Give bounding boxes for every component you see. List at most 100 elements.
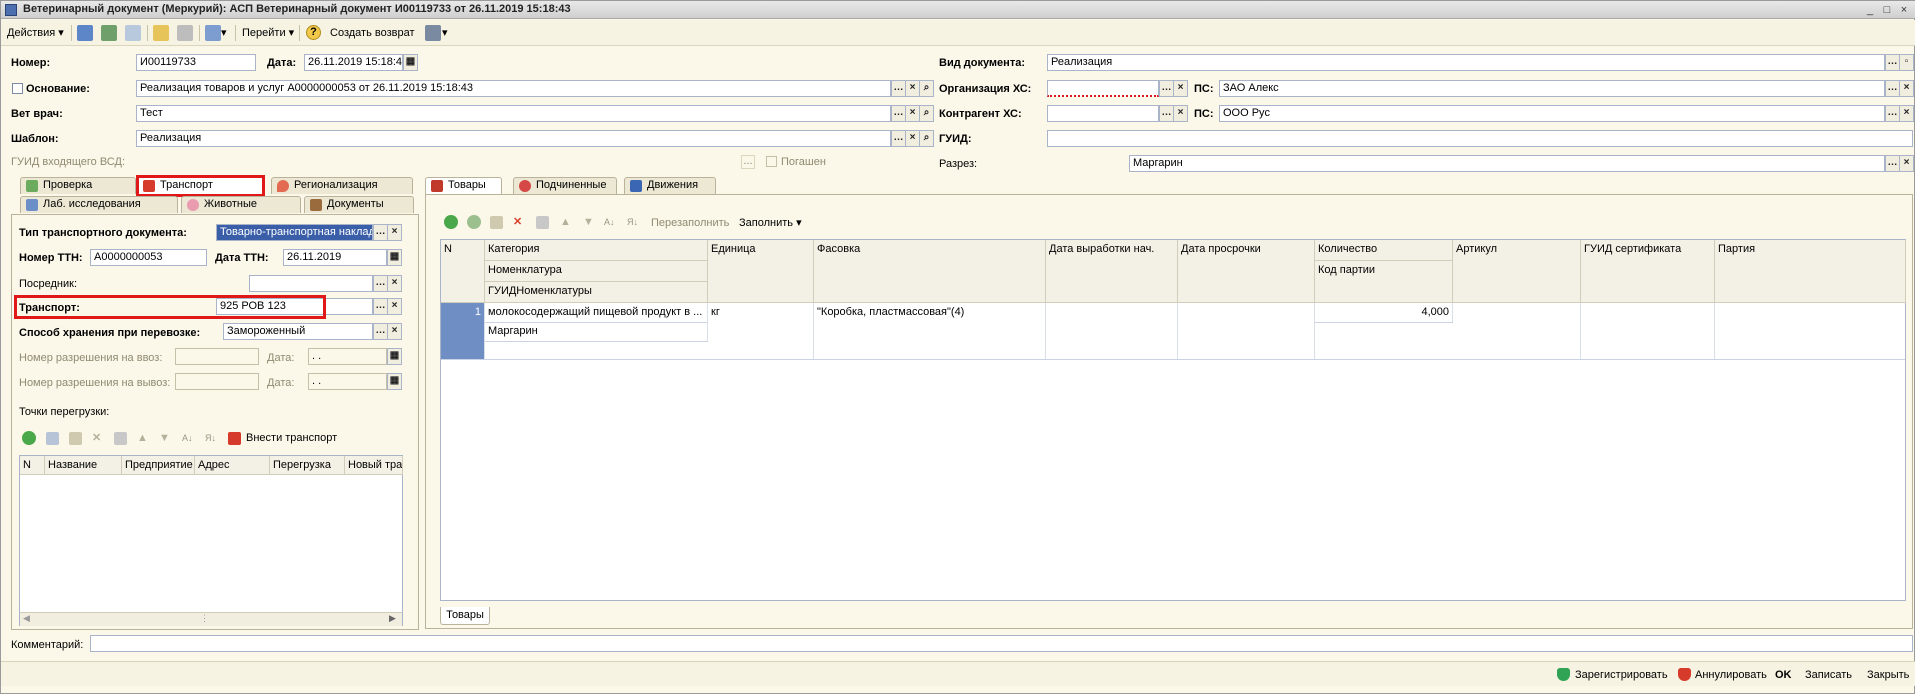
calendar-icon[interactable]: ▦	[387, 249, 402, 266]
template-field[interactable]: Реализация	[136, 130, 891, 147]
select-button[interactable]: …	[1159, 105, 1174, 122]
header-packing[interactable]: Фасовка	[814, 240, 1046, 303]
header-batch[interactable]: Партия	[1715, 240, 1906, 303]
cell-unit[interactable]: кг	[708, 303, 814, 360]
cell-cert-guid[interactable]	[1581, 303, 1715, 360]
select-button[interactable]: …	[891, 130, 906, 147]
move-down-icon[interactable]: ▼	[583, 215, 594, 229]
chevron-down-icon[interactable]: ▾	[442, 25, 448, 41]
move-up-icon[interactable]: ▲	[137, 431, 148, 445]
move-down-icon[interactable]: ▼	[159, 431, 170, 445]
goods-grid[interactable]: N Категория Номенклатура ГУИДНоменклатур…	[440, 239, 1906, 601]
select-button[interactable]: …	[891, 80, 906, 97]
sort-desc-icon[interactable]: Я↓	[205, 431, 216, 445]
grid-header-new-transport[interactable]: Новый тра	[345, 456, 403, 475]
ps-field[interactable]: ЗАО Алекс	[1219, 80, 1885, 97]
cancel-document-button[interactable]: Аннулировать	[1695, 668, 1767, 682]
grid-header-n[interactable]: N	[20, 456, 45, 475]
header-quantity[interactable]: Количество	[1315, 240, 1453, 261]
comment-field[interactable]	[90, 635, 1913, 652]
close-window-button[interactable]: ×	[1896, 3, 1912, 17]
copy-row-icon[interactable]	[46, 432, 59, 445]
cell-expiry-date[interactable]	[1178, 303, 1315, 360]
edit-icon[interactable]	[490, 216, 503, 229]
transport-doc-type-field[interactable]: Товарно-транспортная наклад	[216, 224, 373, 241]
delete-icon[interactable]: ✕	[92, 431, 101, 445]
tab-documents[interactable]: Документы	[304, 196, 414, 213]
cell-packing[interactable]: "Коробка, пластмассовая"(4)	[814, 303, 1046, 360]
intermediary-field[interactable]	[249, 275, 373, 292]
add-icon[interactable]	[444, 215, 458, 229]
section-field[interactable]: Маргарин	[1129, 155, 1885, 172]
import-permit-field[interactable]	[175, 348, 259, 365]
clear-icon[interactable]: ×	[905, 130, 920, 147]
close-button[interactable]: Закрыть	[1867, 668, 1909, 682]
select-button[interactable]: …	[1159, 80, 1174, 97]
counterparty-field[interactable]	[1047, 105, 1159, 122]
header-batch-code[interactable]: Код партии	[1315, 261, 1453, 303]
calendar-icon[interactable]: ▦	[387, 373, 402, 390]
clear-icon[interactable]: ×	[1173, 105, 1188, 122]
clear-icon[interactable]: ×	[387, 323, 402, 340]
print-preview-icon[interactable]	[177, 25, 193, 41]
select-button[interactable]: …	[1885, 80, 1900, 97]
scroll-left-icon[interactable]: ◀	[23, 613, 30, 624]
add-copy-icon[interactable]	[467, 215, 481, 229]
select-button[interactable]: …	[1885, 54, 1900, 71]
refresh-icon[interactable]	[101, 25, 117, 41]
tab-movements[interactable]: Движения	[624, 177, 716, 194]
header-unit[interactable]: Единица	[708, 240, 814, 303]
fill-menu[interactable]: Заполнить ▾	[739, 216, 802, 230]
guid-incoming-select[interactable]: ...	[741, 155, 755, 169]
export-permit-field[interactable]	[175, 373, 259, 390]
tab-regionalization[interactable]: Регионализация	[271, 177, 413, 194]
refill-button[interactable]: Перезаполнить	[651, 216, 729, 230]
horizontal-scrollbar[interactable]: ◀ ⋮ ▶	[20, 612, 402, 626]
select-button[interactable]: …	[373, 323, 388, 340]
storage-field[interactable]: Замороженный	[223, 323, 373, 340]
search-icon[interactable]: ⌕	[919, 80, 934, 97]
ps-field[interactable]: ООО Рус	[1219, 105, 1885, 122]
clear-icon[interactable]: ×	[387, 298, 402, 315]
select-button[interactable]: …	[373, 298, 388, 315]
guid-field[interactable]	[1047, 130, 1913, 147]
add-icon[interactable]	[22, 431, 36, 445]
header-production-date[interactable]: Дата выработки нач.	[1046, 240, 1178, 303]
bottom-tab-goods[interactable]: Товары	[440, 607, 490, 625]
cell-quantity[interactable]: 4,000	[1315, 303, 1453, 322]
open-icon[interactable]: ▫	[1899, 54, 1914, 71]
select-button[interactable]: …	[1885, 105, 1900, 122]
grid-header-name[interactable]: Название	[45, 456, 122, 475]
vet-field[interactable]: Тест	[136, 105, 891, 122]
select-button[interactable]: …	[1885, 155, 1900, 172]
transfer-points-grid[interactable]: N Название Предприятие Адрес Перегрузка …	[19, 455, 403, 626]
cell-nomenclature[interactable]: Маргарин	[485, 322, 708, 341]
create-return-button[interactable]: Создать возврат	[330, 25, 415, 41]
help-icon[interactable]: ?	[306, 25, 321, 40]
tab-subordinates[interactable]: Подчиненные	[513, 177, 617, 194]
upload-icon[interactable]	[153, 25, 169, 41]
save-icon[interactable]	[77, 25, 93, 41]
doc-type-field[interactable]: Реализация	[1047, 54, 1885, 71]
header-expiry-date[interactable]: Дата просрочки	[1178, 240, 1315, 303]
number-field[interactable]: И00119733	[136, 54, 256, 71]
tab-animals[interactable]: Животные	[181, 196, 301, 213]
grid-header-address[interactable]: Адрес	[195, 456, 270, 475]
cell-article[interactable]	[1453, 303, 1581, 360]
search-icon[interactable]: ⌕	[919, 130, 934, 147]
ttn-date-field[interactable]: 26.11.2019	[283, 249, 387, 266]
delete-icon[interactable]: ✕	[513, 215, 522, 229]
ttn-field[interactable]: А0000000053	[90, 249, 207, 266]
ok-button[interactable]: OK	[1775, 668, 1792, 682]
clear-icon[interactable]: ×	[1173, 80, 1188, 97]
save-button[interactable]: Записать	[1805, 668, 1852, 682]
maximize-button[interactable]: □	[1879, 3, 1895, 17]
header-cert-guid[interactable]: ГУИД сертификата	[1581, 240, 1715, 303]
select-button[interactable]: …	[373, 275, 388, 292]
export-date-field[interactable]: . .	[308, 373, 387, 390]
grid-header-enterprise[interactable]: Предприятие	[122, 456, 195, 475]
sort-asc-icon[interactable]: A↓	[182, 431, 193, 445]
select-button[interactable]: …	[373, 224, 388, 241]
header-article[interactable]: Артикул	[1453, 240, 1581, 303]
end-edit-icon[interactable]	[536, 216, 549, 229]
